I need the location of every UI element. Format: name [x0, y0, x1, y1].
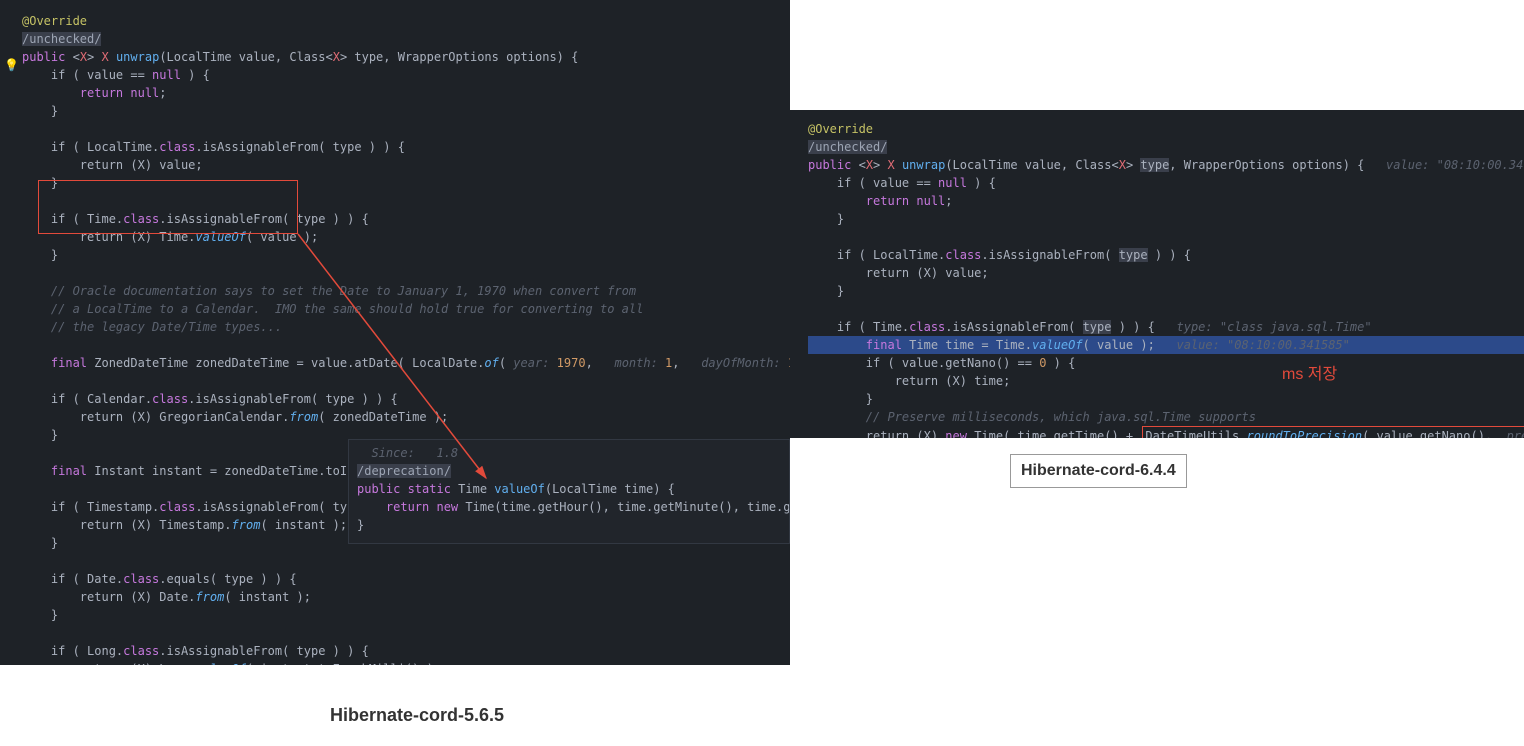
code-left: @Override /unchecked/ public <X> X unwra… — [0, 0, 790, 665]
popup-code: Since: 1.8 /deprecation/ public static T… — [349, 440, 789, 538]
annotation-text-ms: ms 저장 — [1282, 363, 1337, 387]
annotation-box-left — [38, 180, 298, 234]
code-right: @Override /unchecked/ public <X> X unwra… — [790, 110, 1524, 438]
code-editor-left[interactable]: 💡 @Override /unchecked/ public <X> X unw… — [0, 0, 790, 665]
bulb-icon: 💡 — [4, 56, 19, 74]
caption-left: Hibernate-cord-5.6.5 — [330, 702, 504, 729]
quickdoc-popup: Since: 1.8 /deprecation/ public static T… — [348, 439, 790, 544]
code-editor-right[interactable]: @Override /unchecked/ public <X> X unwra… — [790, 110, 1524, 438]
caption-right: Hibernate-cord-6.4.4 — [1010, 454, 1187, 488]
